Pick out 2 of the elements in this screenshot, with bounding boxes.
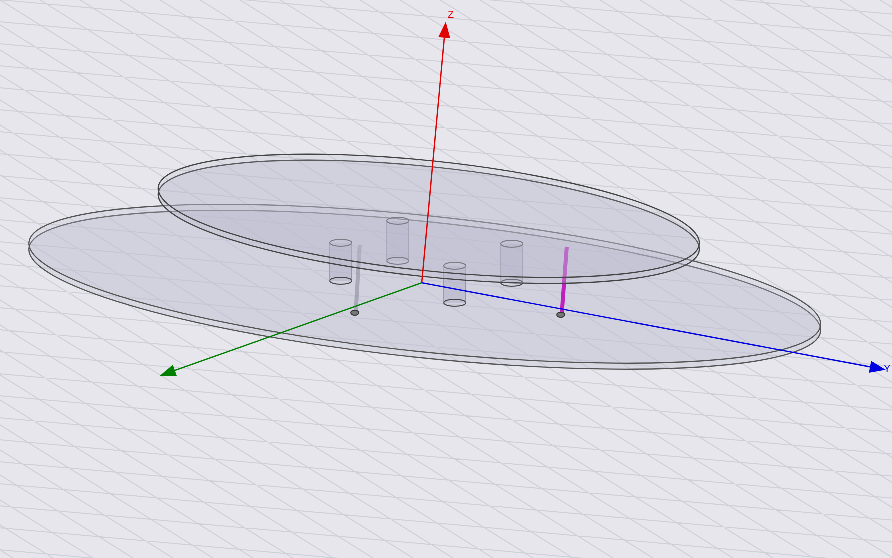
axis-label: Y	[884, 364, 891, 375]
axis-label: Z	[448, 10, 454, 21]
